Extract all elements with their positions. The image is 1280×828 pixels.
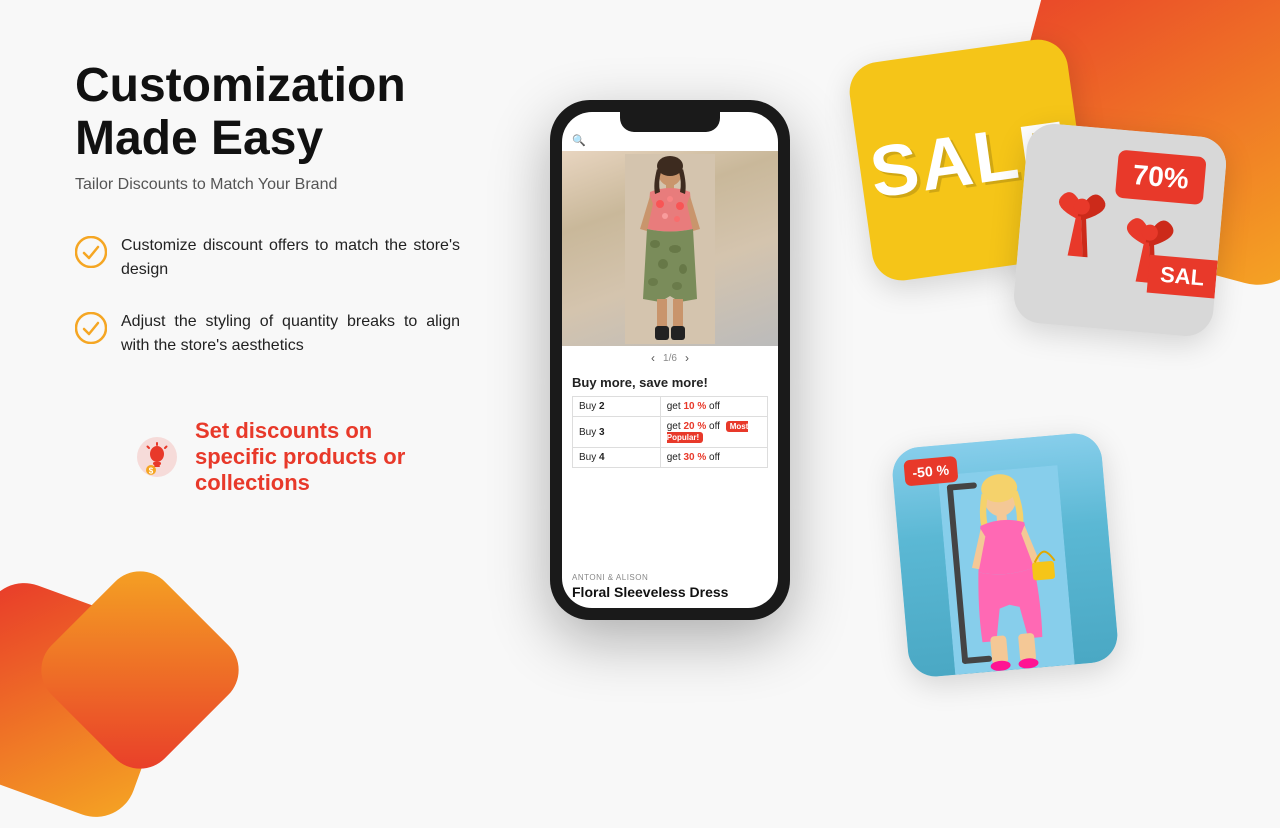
sale-card-gray: 70% SAL <box>1012 122 1229 339</box>
phone-container: 🔍 <box>510 0 830 720</box>
feature-text-2: Adjust the styling of quantity breaks to… <box>121 310 460 358</box>
buy-qty-1: 2 <box>599 401 605 412</box>
image-nav: ‹ 1/6 › <box>562 346 778 370</box>
table-row: Buy 3 get 20 % off Most Popular! <box>573 417 768 448</box>
product-brand: ANTONI & ALISON <box>562 569 778 582</box>
feature-item-2: Adjust the styling of quantity breaks to… <box>75 310 460 358</box>
fashion-card: -50 % <box>890 431 1119 678</box>
discount-cell-2: get 20 % off Most Popular! <box>660 417 767 448</box>
buy-cell-1: Buy 2 <box>573 397 661 417</box>
popular-badge: Most Popular! <box>667 421 749 443</box>
product-name: Floral Sleeveless Dress <box>562 582 778 608</box>
product-image <box>562 151 778 346</box>
table-row: Buy 4 get 30 % off <box>573 448 768 468</box>
image-counter: 1/6 <box>663 353 677 364</box>
phone-device: 🔍 <box>550 100 790 620</box>
feature-list: Customize discount offers to match the s… <box>75 234 460 358</box>
page-title: Customization Made Easy <box>75 60 460 166</box>
discount-pct-1: 10 % <box>683 401 706 412</box>
discount-pct-3: 30 % <box>683 452 706 463</box>
pct-70-badge: 70% <box>1115 150 1207 205</box>
fifty-badge: -50 % <box>903 456 958 486</box>
prev-image-arrow[interactable]: ‹ <box>651 351 655 365</box>
check-icon-2 <box>75 312 107 344</box>
feature-text-1: Customize discount offers to match the s… <box>121 234 460 282</box>
highlight-feature: $ Set discounts on specific products or … <box>135 418 460 497</box>
buy-cell-3: Buy 4 <box>573 448 661 468</box>
main-content: Customization Made Easy Tailor Discounts… <box>0 0 1280 720</box>
table-row: Buy 2 get 10 % off <box>573 397 768 417</box>
buy-qty-3: 4 <box>599 452 605 463</box>
discount-table: Buy 2 get 10 % off Buy 3 get 20 % of <box>572 396 768 468</box>
product-model-svg <box>625 154 715 344</box>
phone-screen: 🔍 <box>562 112 778 608</box>
buy-cell-2: Buy 3 <box>573 417 661 448</box>
discount-cell-1: get 10 % off <box>660 397 767 417</box>
buy-qty-2: 3 <box>599 427 605 438</box>
discount-section: Buy more, save more! Buy 2 get 10 % off <box>562 370 778 569</box>
lightbulb-icon: $ <box>135 435 179 479</box>
discount-cell-3: get 30 % off <box>660 448 767 468</box>
page-subtitle: Tailor Discounts to Match Your Brand <box>75 176 460 194</box>
highlight-feature-text: Set discounts on specific products or co… <box>195 418 460 497</box>
zoom-icon: 🔍 <box>572 134 586 147</box>
buy-more-title: Buy more, save more! <box>572 375 768 390</box>
discount-pct-2: 20 % <box>683 421 706 432</box>
right-panel: SALE <box>830 0 1280 720</box>
svg-text:$: $ <box>149 467 154 476</box>
left-panel: Customization Made Easy Tailor Discounts… <box>0 0 510 720</box>
next-image-arrow[interactable]: › <box>685 351 689 365</box>
ribbon-decoration: 70% SAL <box>1012 122 1229 339</box>
feature-item-1: Customize discount offers to match the s… <box>75 234 460 282</box>
sale-tag: SAL <box>1147 255 1218 299</box>
check-icon-1 <box>75 236 107 268</box>
phone-notch <box>620 112 720 132</box>
fashion-model-svg <box>938 465 1075 675</box>
